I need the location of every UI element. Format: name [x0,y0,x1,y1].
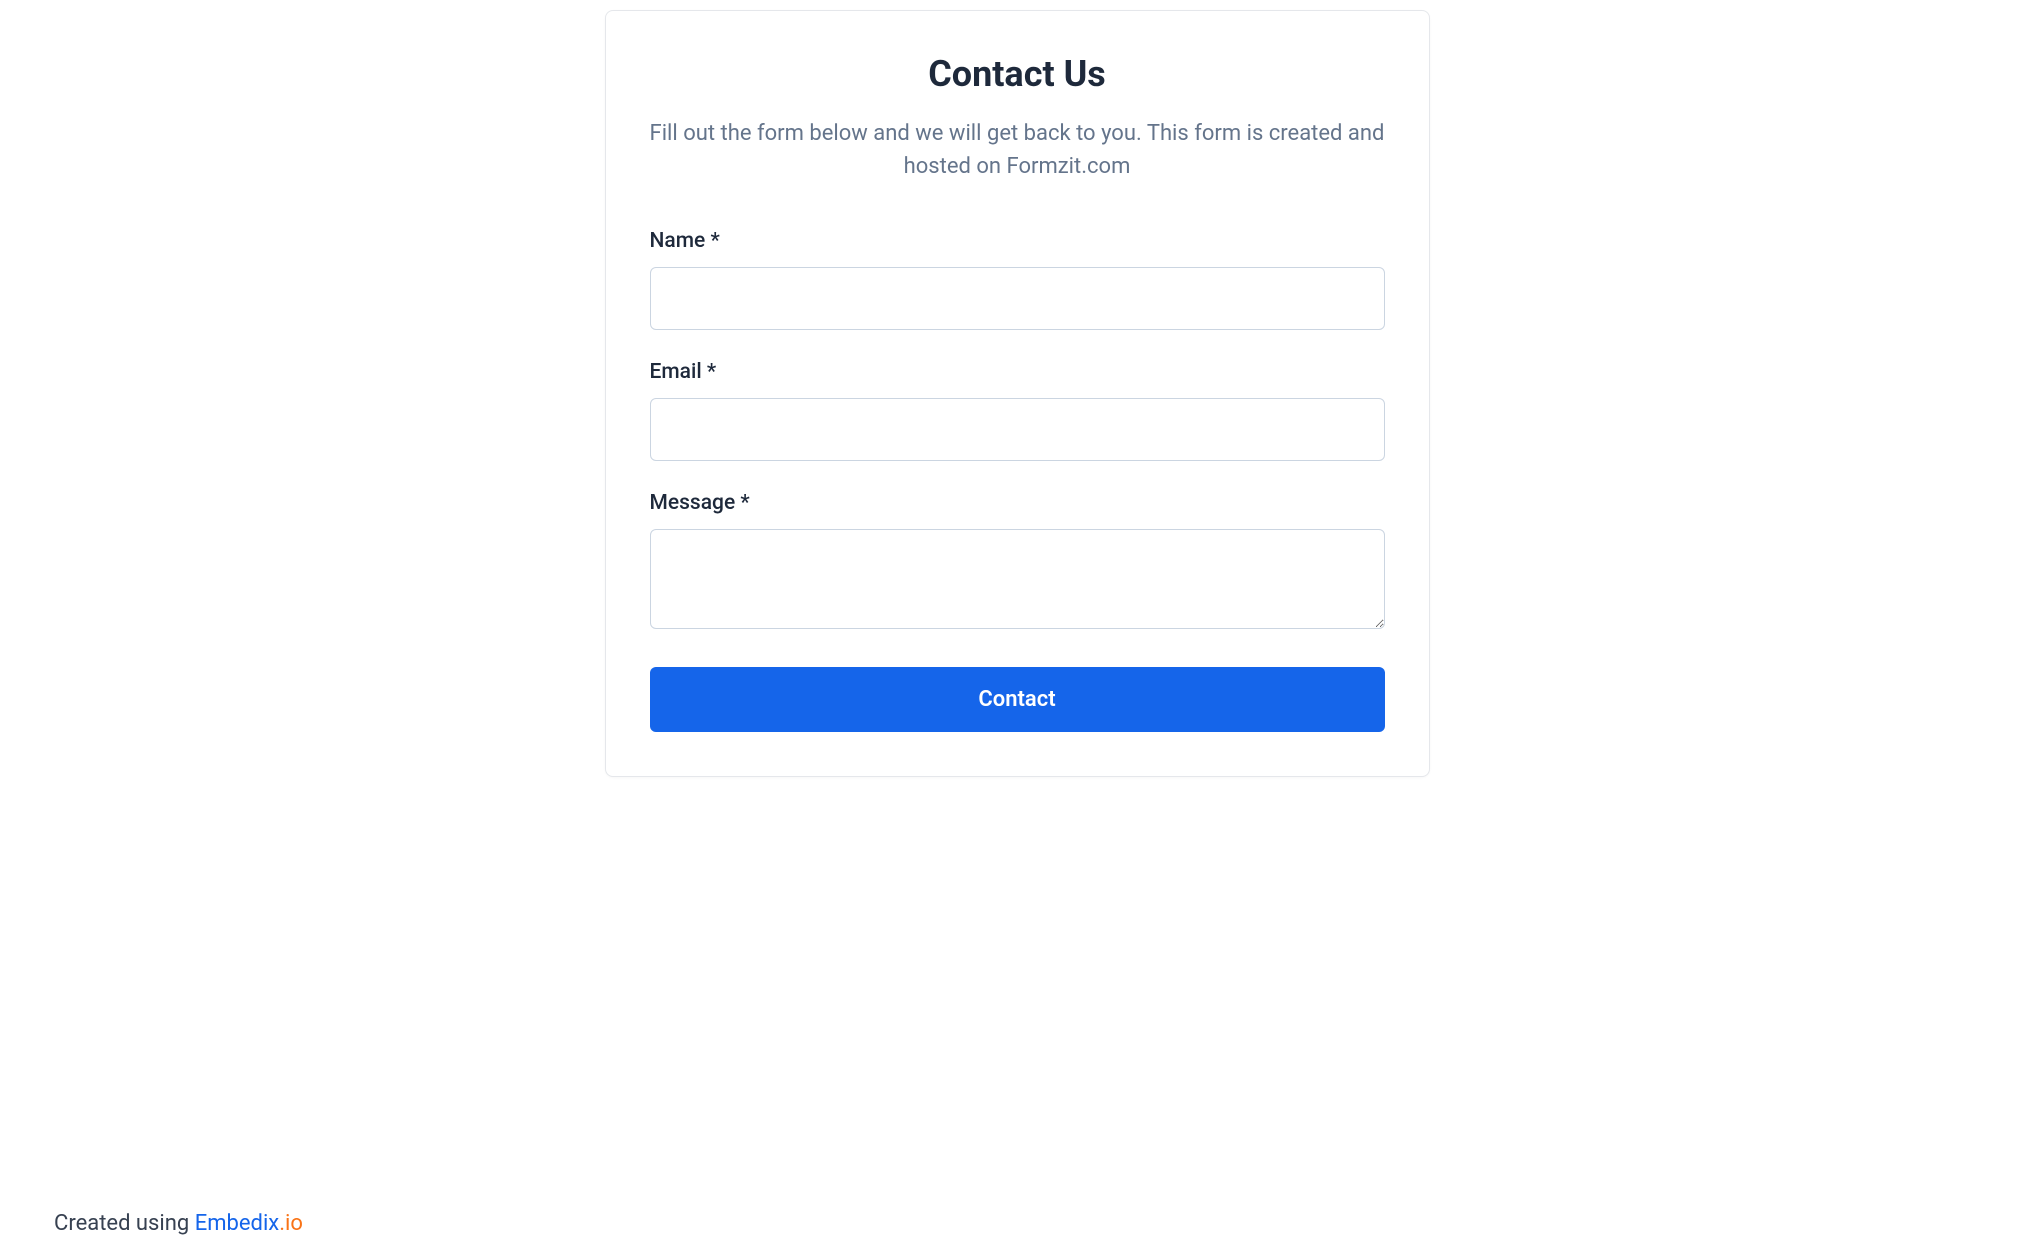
message-label: Message * [650,491,1385,515]
footer-credit: Created using Embedix.io [54,1211,303,1236]
email-input[interactable] [650,398,1385,461]
message-input[interactable] [650,529,1385,629]
name-input[interactable] [650,267,1385,330]
form-title: Contact Us [650,53,1385,95]
contact-form-card: Contact Us Fill out the form below and w… [605,10,1430,777]
footer-link[interactable]: Embedix.io [195,1211,303,1236]
email-label: Email * [650,360,1385,384]
contact-button[interactable]: Contact [650,667,1385,732]
footer-prefix: Created using [54,1211,195,1236]
name-field-group: Name * [650,229,1385,330]
email-field-group: Email * [650,360,1385,461]
footer-brand: Embedix [195,1211,280,1236]
name-label: Name * [650,229,1385,253]
footer-tld: .io [279,1211,303,1236]
message-field-group: Message * [650,491,1385,633]
form-subtitle: Fill out the form below and we will get … [650,117,1385,183]
